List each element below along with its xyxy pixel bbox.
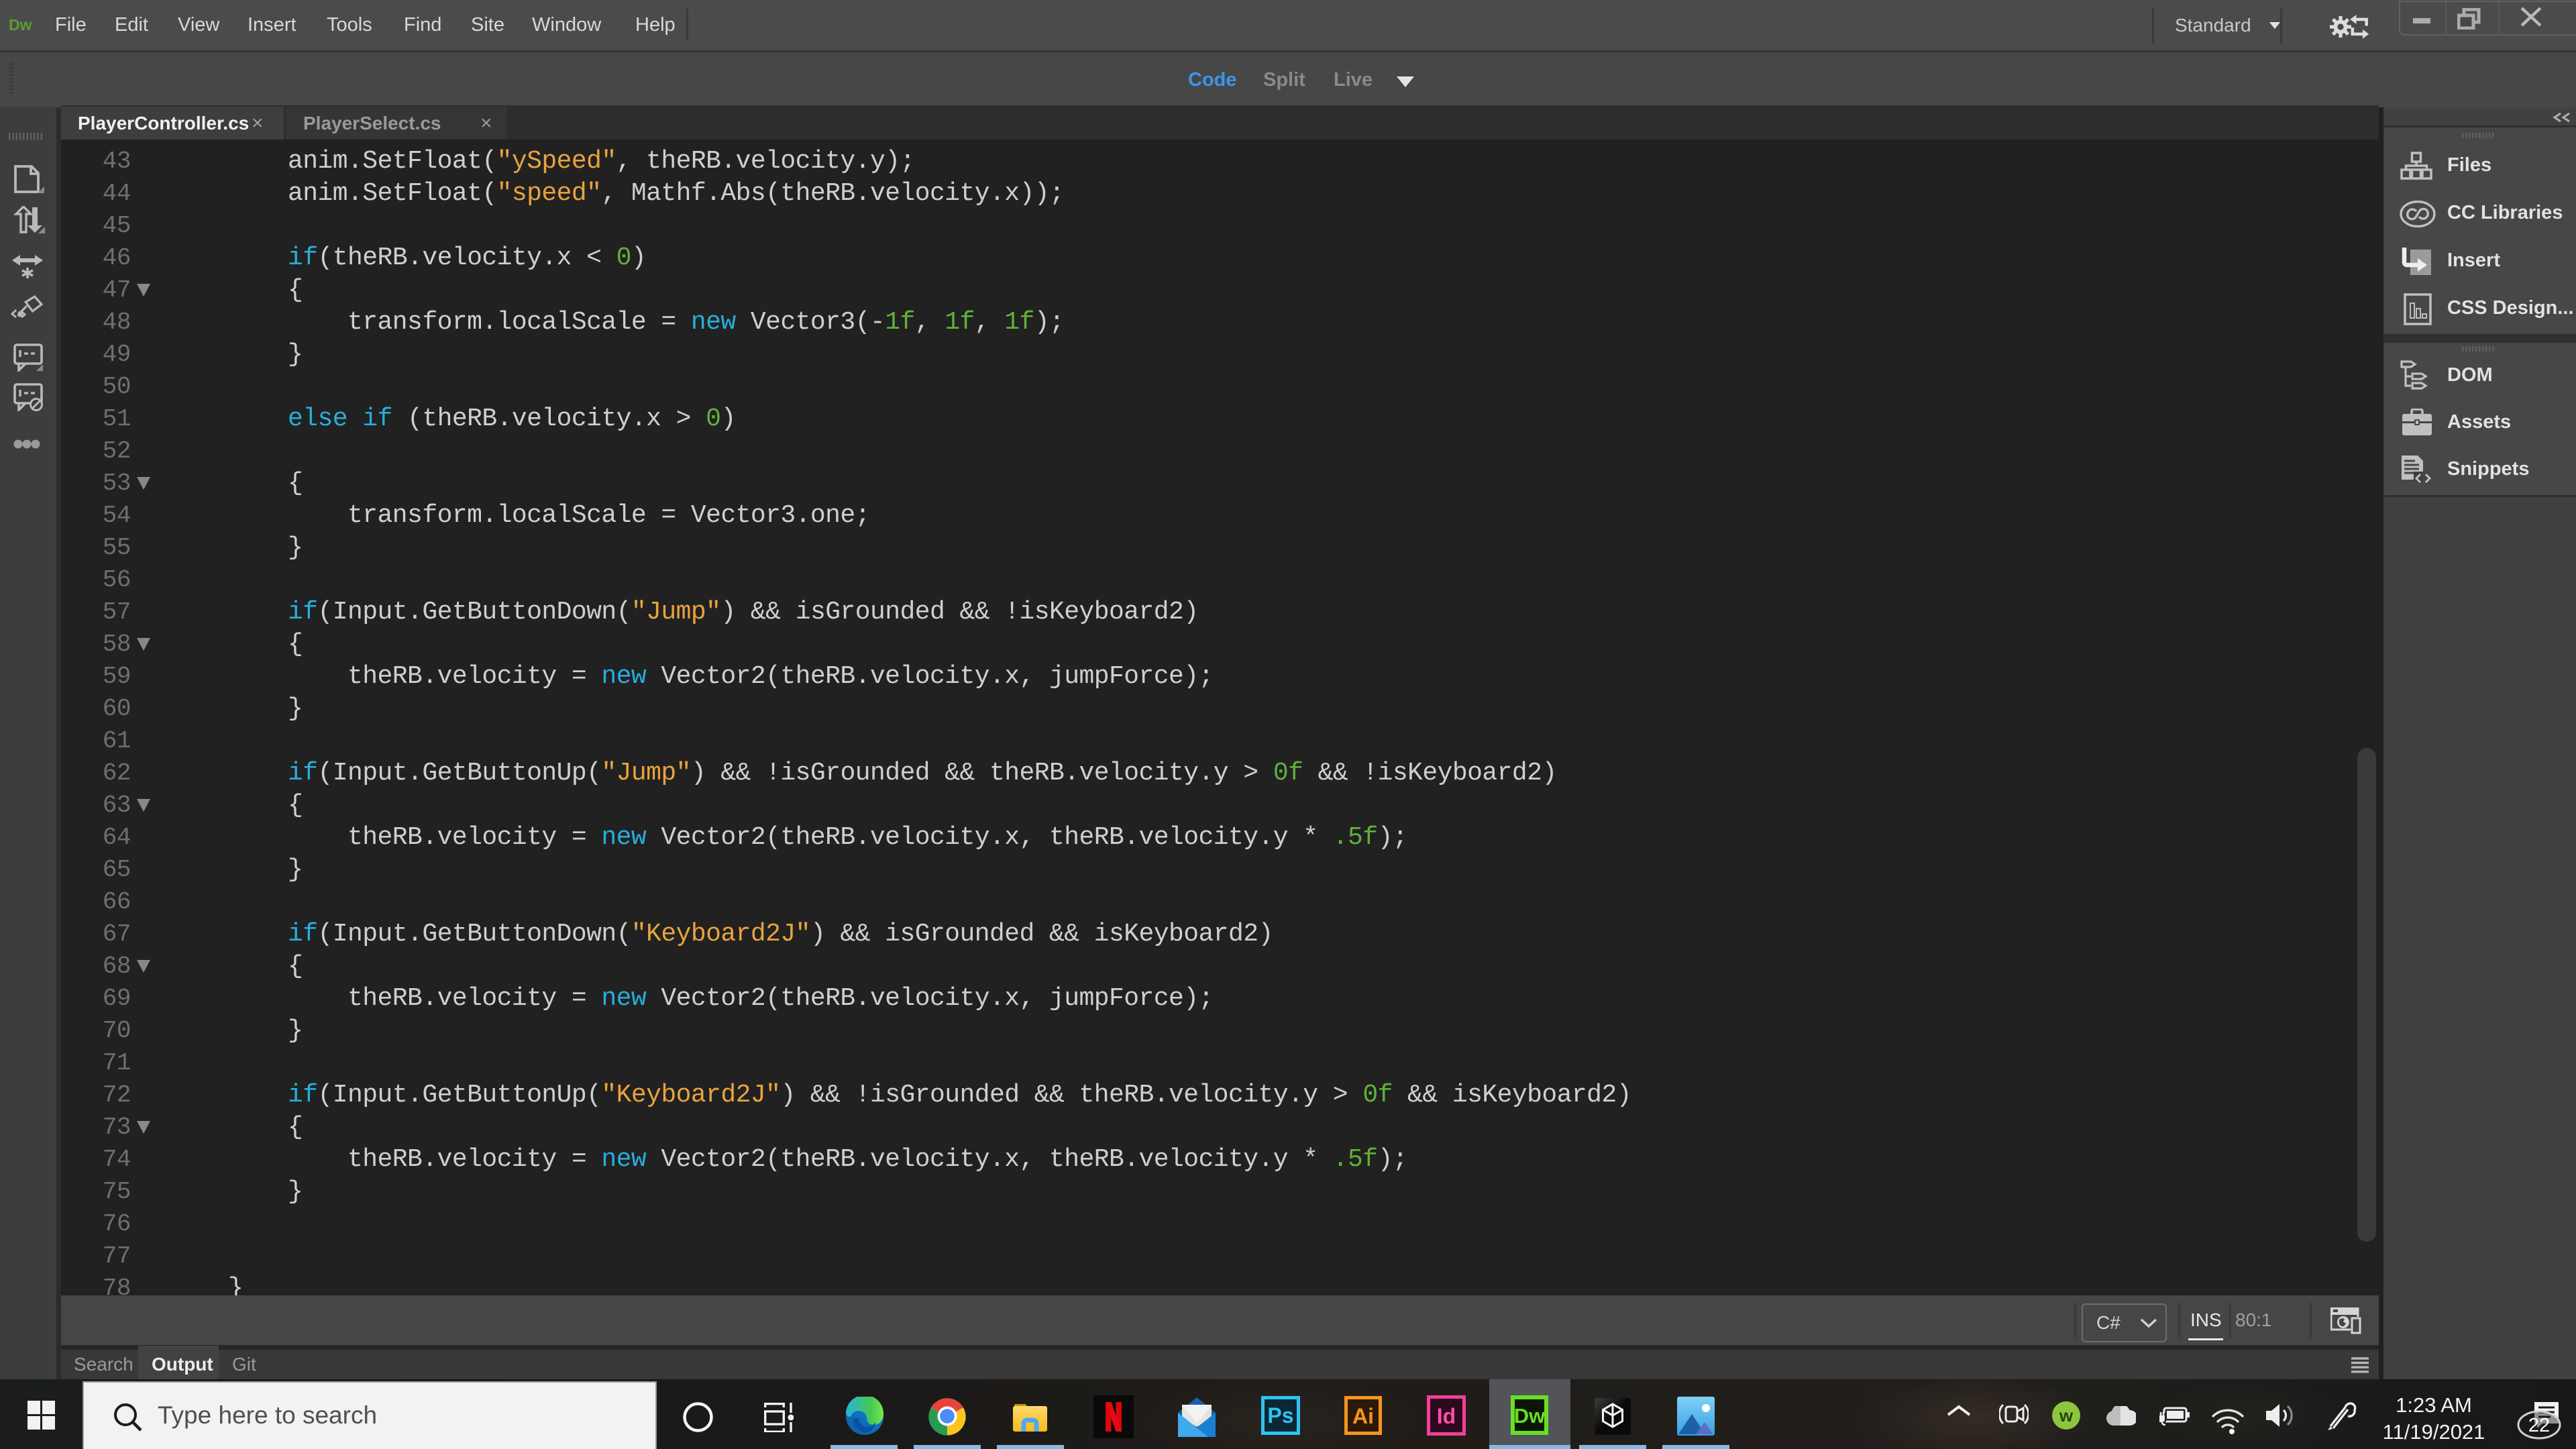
- svg-text:w: w: [2059, 1405, 2074, 1426]
- svg-text:22: 22: [2528, 1415, 2550, 1436]
